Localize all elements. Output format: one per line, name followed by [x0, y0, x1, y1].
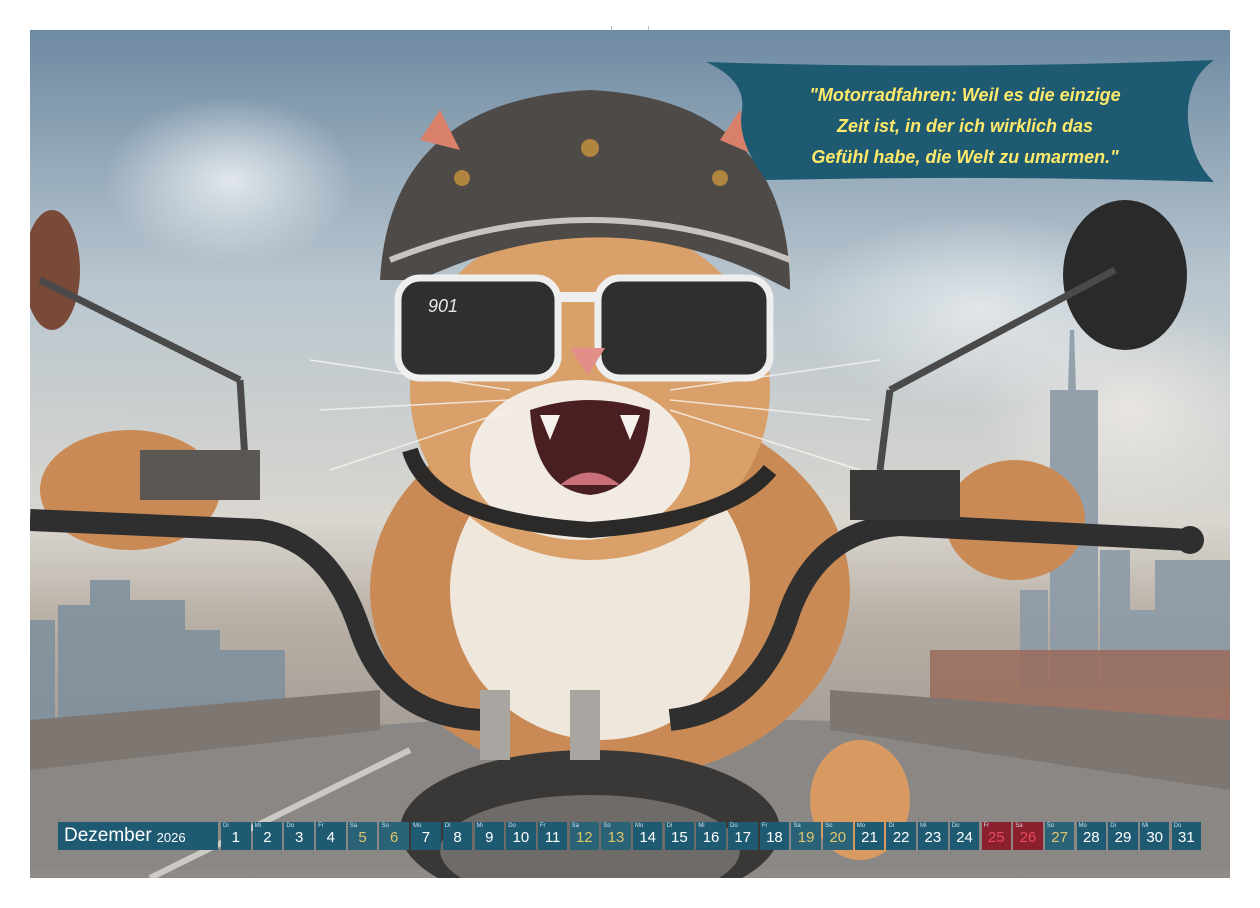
day-number: 18 [766, 829, 783, 846]
day-number: 20 [829, 829, 847, 846]
quote-line-3: Gefühl habe, die Welt zu umarmen." [811, 147, 1119, 167]
day-number: 21 [861, 829, 878, 846]
day-number: 1 [231, 829, 240, 846]
calendar-day: Mo 28 [1076, 822, 1107, 850]
calendar-day: Do 24 [949, 822, 980, 850]
day-number: 2 [263, 829, 272, 846]
calendar-strip: Dezember 2026 Di 1 Mi 2 Do 3 Fr 4 Sa 5 So 6 Mo 7 Di 8 Mi… [58, 822, 1203, 850]
day-number: 16 [702, 829, 720, 846]
calendar-day: Do 31 [1171, 822, 1202, 850]
calendar-day: Di 22 [886, 822, 916, 850]
left-mirror [30, 210, 80, 330]
calendar-day: So 6 [379, 822, 409, 850]
day-number: 4 [326, 829, 335, 846]
day-number: 31 [1178, 829, 1195, 846]
calendar-day: So 27 [1044, 822, 1075, 850]
month-label: Dezember 2026 [58, 822, 218, 850]
calendar-day: Mi 23 [918, 822, 948, 850]
day-number: 7 [421, 829, 431, 846]
day-number: 10 [512, 829, 530, 846]
calendar-day: Fr 4 [316, 822, 346, 850]
day-number: 27 [1051, 829, 1068, 846]
calendar-day: Mi 16 [696, 822, 726, 850]
calendar-day: Di 8 [442, 822, 473, 850]
calendar-day: Do 17 [728, 822, 758, 850]
day-number: 3 [294, 829, 304, 846]
day-number: 14 [639, 829, 657, 846]
day-number: 11 [544, 829, 561, 846]
day-number: 19 [797, 829, 815, 846]
calendar-day: So 13 [601, 822, 631, 850]
day-number: 5 [358, 829, 367, 846]
calendar-day: Sa 12 [569, 822, 600, 850]
calendar-day: Di 15 [664, 822, 695, 850]
quote-text: "Motorradfahren: Weil es die einzige Zei… [740, 80, 1190, 173]
day-number: 24 [956, 829, 973, 846]
day-number: 28 [1082, 829, 1100, 846]
calendar-day: Sa 19 [791, 822, 821, 850]
calendar-day: Mi 30 [1139, 822, 1170, 850]
calendar-day: Di 1 [221, 822, 251, 850]
calendar-day: Sa 26 [1013, 822, 1043, 850]
calendar-day: Di 29 [1108, 822, 1138, 850]
day-number: 25 [987, 829, 1005, 846]
day-number: 17 [734, 829, 752, 846]
day-number: 23 [924, 829, 942, 846]
day-number: 6 [390, 829, 399, 846]
day-number: 26 [1019, 829, 1037, 846]
calendar-day: Fr 18 [759, 822, 790, 850]
calendar-day: Fr 11 [537, 822, 568, 850]
day-number: 29 [1114, 829, 1132, 846]
day-number: 30 [1146, 829, 1164, 846]
calendar-day: Do 3 [284, 822, 314, 850]
day-number: 15 [671, 829, 688, 846]
calendar-day: Fr 25 [981, 822, 1011, 850]
calendar-day: Mo 21 [854, 822, 885, 850]
calendar-day: Mo 7 [411, 822, 441, 850]
day-number: 13 [607, 829, 625, 846]
calendar-day: Do 10 [506, 822, 536, 850]
calendar-day: So 20 [823, 822, 853, 850]
calendar-day: Mi 9 [474, 822, 504, 850]
calendar-day: Mi 2 [252, 822, 283, 850]
year: 2026 [156, 830, 186, 845]
month-name: Dezember [64, 825, 152, 846]
quote-line-2: Zeit ist, in der ich wirklich das [836, 116, 1094, 136]
calendar-day: Sa 5 [347, 822, 378, 850]
day-number: 8 [453, 829, 462, 846]
day-number: 22 [892, 829, 910, 846]
right-mirror [1063, 200, 1187, 350]
day-number: 12 [575, 829, 593, 846]
quote-line-1: "Motorradfahren: Weil es die einzige [809, 85, 1121, 105]
day-number: 9 [485, 829, 494, 846]
calendar-day: Mo 14 [632, 822, 663, 850]
sunglasses-print: 901 [428, 296, 458, 316]
